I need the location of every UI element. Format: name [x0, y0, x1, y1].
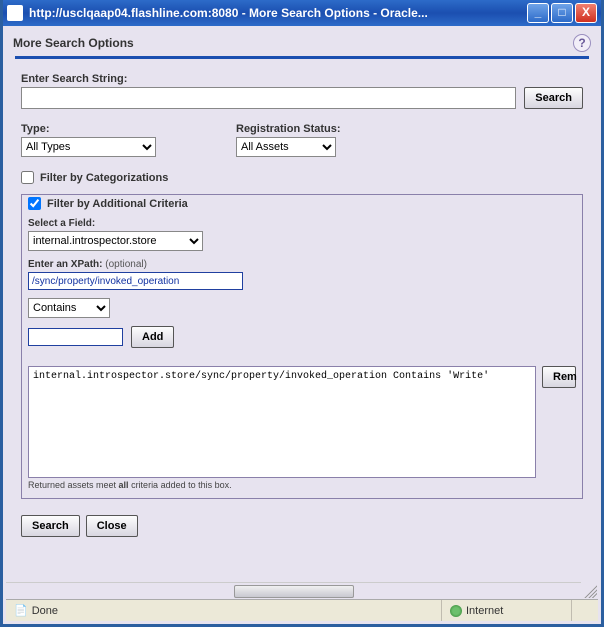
select-field-block: Select a Field: internal.introspector.st…: [28, 218, 576, 251]
content-area: More Search Options ? Enter Search Strin…: [3, 26, 601, 600]
filters-row: Type: All Types Registration Status: All…: [21, 123, 583, 157]
type-filter: Type: All Types: [21, 123, 156, 157]
search-string-label: Enter Search String:: [21, 73, 583, 85]
registration-status-select[interactable]: All Assets: [236, 137, 336, 157]
filter-additional-checkbox[interactable]: [28, 197, 41, 210]
operator-block: Contains: [28, 298, 576, 318]
filter-additional-row: Filter by Additional Criteria: [28, 197, 576, 210]
main-area: Enter Search String: Search Type: All Ty…: [7, 73, 597, 499]
filter-categorizations-checkbox[interactable]: [21, 171, 34, 184]
horizontal-scrollbar[interactable]: [6, 582, 581, 599]
status-zone: Internet: [442, 600, 572, 621]
search-string-input[interactable]: [21, 87, 516, 109]
xpath-input[interactable]: [28, 272, 243, 290]
search-row: Search: [21, 87, 583, 109]
status-spacer: [572, 600, 598, 621]
internet-zone-icon: [450, 605, 462, 617]
filter-categorizations-row: Filter by Categorizations: [21, 171, 583, 184]
minimize-button[interactable]: _: [527, 3, 549, 23]
criteria-list[interactable]: internal.introspector.store/sync/propert…: [28, 366, 536, 478]
search-button-top[interactable]: Search: [524, 87, 583, 109]
help-icon[interactable]: ?: [573, 34, 591, 52]
maximize-button[interactable]: □: [551, 3, 573, 23]
titlebar: http://usclqaap04.flashline.com:8080 - M…: [3, 0, 601, 26]
scrollbar-thumb[interactable]: [234, 585, 354, 598]
search-button-bottom[interactable]: Search: [21, 515, 80, 537]
browser-window: http://usclqaap04.flashline.com:8080 - M…: [0, 0, 604, 627]
panel-header: More Search Options ?: [7, 28, 597, 56]
remove-criteria-button[interactable]: Rem: [542, 366, 576, 388]
type-label: Type:: [21, 123, 156, 135]
criteria-list-wrap: internal.introspector.store/sync/propert…: [28, 366, 576, 478]
add-criteria-button[interactable]: Add: [131, 326, 174, 348]
select-field-dropdown[interactable]: internal.introspector.store: [28, 231, 203, 251]
registration-status-label: Registration Status:: [236, 123, 341, 135]
page-title: More Search Options: [13, 36, 134, 50]
resize-grip-icon[interactable]: [581, 582, 597, 598]
close-window-button[interactable]: X: [575, 3, 597, 23]
select-field-label: Select a Field:: [28, 218, 576, 229]
app-icon: [7, 5, 23, 21]
status-bar: 📄 Done Internet: [6, 599, 598, 621]
registration-status-filter: Registration Status: All Assets: [236, 123, 341, 157]
filter-categorizations-label: Filter by Categorizations: [40, 172, 168, 184]
filter-additional-label: Filter by Additional Criteria: [47, 198, 188, 210]
bottom-button-row: Search Close: [7, 499, 597, 547]
header-rule: [15, 56, 589, 59]
xpath-label: Enter an XPath: (optional): [28, 259, 576, 270]
xpath-block: Enter an XPath: (optional): [28, 259, 576, 290]
additional-criteria-box: Filter by Additional Criteria Select a F…: [21, 194, 583, 499]
criteria-value-input[interactable]: [28, 328, 123, 346]
criteria-footnote: Returned assets meet all criteria added …: [28, 480, 576, 490]
type-select[interactable]: All Types: [21, 137, 156, 157]
operator-select[interactable]: Contains: [28, 298, 110, 318]
window-controls: _ □ X: [527, 3, 597, 23]
status-done: 📄 Done: [6, 600, 442, 621]
value-add-row: Add: [28, 326, 576, 348]
close-button[interactable]: Close: [86, 515, 138, 537]
status-done-icon: 📄: [14, 604, 28, 617]
window-title: http://usclqaap04.flashline.com:8080 - M…: [29, 6, 527, 20]
